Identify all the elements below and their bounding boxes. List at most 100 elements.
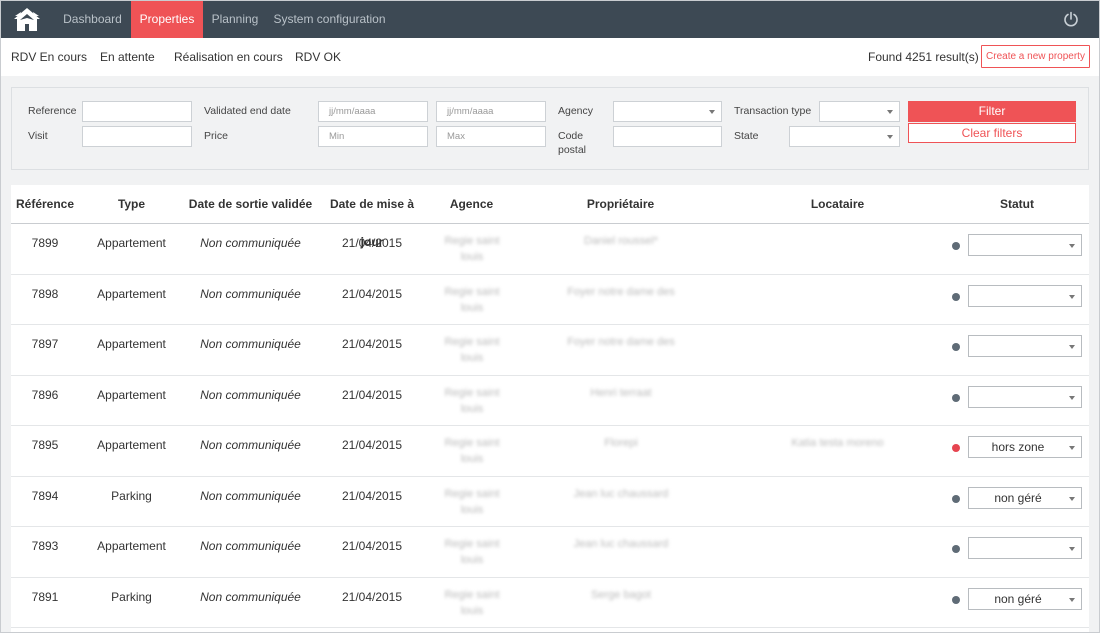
chevron-down-icon [1069, 597, 1075, 602]
status-indicator [952, 494, 960, 503]
date-sortie-cell: Non communiquée [200, 488, 301, 503]
price-max-input[interactable]: Max [436, 126, 546, 147]
date-maj-cell: 21/04/2015 [341, 488, 403, 503]
status-select[interactable] [968, 234, 1082, 256]
agency-select[interactable] [613, 101, 722, 122]
agence-cell: Regie saint louis [444, 437, 500, 465]
date-maj-cell: 21/04/2015 [341, 387, 403, 402]
chevron-down-icon [1069, 446, 1075, 450]
type-cell: Appartement [97, 387, 166, 402]
nav-item-properties[interactable]: Properties [131, 1, 203, 38]
date-sortie-cell: Non communiquée [200, 286, 301, 301]
table-row[interactable]: 7891 Parking Non communiquée 21/04/2015 Regi… [11, 578, 1089, 628]
proprietaire-cell: Foyer notre dame des [567, 285, 675, 298]
table-row[interactable]: 7893 Appartement Non communiquée 21/04/2015… [11, 527, 1089, 578]
date-sortie-cell: Non communiquée [200, 236, 301, 250]
reference-cell: 7894 [31, 488, 59, 503]
chevron-down-icon [1069, 496, 1075, 501]
reference-label: Reference [28, 105, 77, 117]
status-value: non géré [994, 490, 1042, 505]
date-to-input[interactable]: jj/mm/aaaa [436, 101, 546, 122]
subnav-item-realisation-en-cours[interactable]: Réalisation en cours [174, 50, 283, 64]
status-select[interactable]: non géré [968, 486, 1082, 509]
status-select[interactable] [968, 537, 1082, 559]
column-header-type[interactable]: Type [79, 185, 184, 223]
column-header-reference[interactable]: Référence [11, 185, 79, 223]
transaction-type-label: Transaction type [734, 105, 812, 117]
column-header-agence[interactable]: Agence [427, 185, 516, 223]
column-header-locataire[interactable]: Locataire [725, 185, 950, 223]
chevron-down-icon [887, 135, 893, 139]
agence-cell: Regie saint louis [444, 336, 500, 364]
date-sortie-cell: Non communiquée [200, 438, 301, 452]
table-row[interactable]: 7894 Parking Non communiquée 21/04/2015 Regi… [11, 477, 1089, 527]
proprietaire-cell: Serge bagot [591, 588, 651, 601]
price-min-input[interactable]: Min [318, 126, 428, 147]
reference-cell: 7897 [31, 337, 59, 351]
subnav-item-en-attente[interactable]: En attente [100, 50, 155, 64]
create-property-button[interactable]: Create a new property [981, 45, 1090, 68]
proprietaire-cell: Henri terraat [590, 386, 652, 399]
table-row[interactable]: 7898 Appartement Non communiquée 21/04/2015… [11, 275, 1089, 325]
date-maj-cell: 21/04/2015 [341, 286, 403, 301]
date-from-input[interactable]: jj/mm/aaaa [318, 101, 428, 122]
filter-button[interactable]: Filter [908, 101, 1076, 122]
status-select[interactable]: non géré [968, 587, 1082, 610]
status-select[interactable] [968, 385, 1082, 408]
reference-input[interactable] [82, 101, 192, 122]
code-postal-input[interactable] [613, 126, 722, 147]
reference-cell: 7893 [31, 539, 59, 553]
sub-nav: RDV En cours En attente Réalisation en c… [1, 38, 1099, 76]
transaction-type-select[interactable] [819, 101, 900, 122]
status-indicator [952, 545, 960, 553]
nav-item-planning[interactable]: Planning [203, 1, 267, 38]
table-row[interactable]: 7895 Appartement Non communiquée 21/04/2015… [11, 426, 1089, 477]
column-header-proprietaire[interactable]: Propriétaire [516, 185, 725, 223]
proprietaire-cell: Jean luc chaussard [573, 538, 669, 550]
code-postal-label: Code postal [558, 130, 587, 156]
state-label: State [734, 130, 759, 142]
reference-cell: 7898 [31, 286, 59, 301]
status-indicator [952, 393, 960, 402]
column-header-date-maj[interactable]: Date de mise à jour [317, 185, 427, 249]
validated-end-date-label: Validated end date [204, 105, 291, 117]
table-row[interactable]: 7899 Appartement Non communiquée 21/04/2015… [11, 224, 1089, 275]
status-select[interactable] [968, 335, 1082, 357]
clear-filters-button[interactable]: Clear filters [908, 123, 1076, 143]
status-indicator [952, 242, 960, 250]
column-header-statut[interactable]: Statut [950, 185, 1084, 223]
agence-cell: Regie saint louis [444, 538, 500, 566]
agence-cell: Regie saint louis [444, 285, 500, 314]
visit-input[interactable] [82, 126, 192, 147]
type-cell: Appartement [97, 337, 166, 351]
status-select[interactable] [968, 284, 1082, 307]
properties-table: Référence Type Date de sortie validée Da… [11, 185, 1089, 632]
status-select[interactable]: hors zone [968, 436, 1082, 458]
proprietaire-cell: Daniel roussel* [584, 235, 658, 247]
date-sortie-cell: Non communiquée [200, 387, 301, 402]
house-logo-icon[interactable] [12, 7, 42, 33]
agence-cell: Regie saint louis [444, 487, 500, 516]
subnav-item-rdv-ok[interactable]: RDV OK [295, 50, 341, 64]
type-cell: Appartement [97, 286, 166, 301]
status-indicator [952, 444, 960, 452]
date-sortie-cell: Non communiquée [200, 589, 301, 604]
agency-label: Agency [558, 105, 594, 117]
date-maj-cell: 21/04/2015 [341, 337, 403, 351]
reference-cell: 7899 [31, 236, 59, 250]
power-icon[interactable] [1063, 11, 1079, 27]
nav-item-system-configuration[interactable]: System configuration [267, 1, 392, 38]
state-select[interactable] [789, 126, 900, 147]
type-cell: Parking [111, 488, 152, 503]
chevron-down-icon [1069, 395, 1075, 400]
chevron-down-icon [1069, 244, 1075, 248]
chevron-down-icon [887, 110, 893, 114]
table-row[interactable]: 7896 Appartement Non communiquée 21/04/2015… [11, 376, 1089, 426]
status-indicator [952, 343, 960, 351]
subnav-item-rdv-en-cours[interactable]: RDV En cours [11, 50, 87, 64]
column-header-date-sortie[interactable]: Date de sortie validée [184, 185, 317, 223]
nav-item-dashboard[interactable]: Dashboard [54, 1, 131, 38]
status-indicator [952, 595, 960, 604]
table-row[interactable]: 7897 Appartement Non communiquée 21/04/2015… [11, 325, 1089, 376]
agence-cell: Regie saint louis [444, 235, 500, 263]
